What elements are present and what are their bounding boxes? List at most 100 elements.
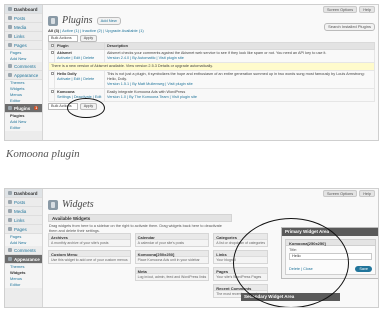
- sidebar-label: Themes: [10, 264, 25, 269]
- highlight-circle: [233, 218, 349, 307]
- bulk-actions-top: Bulk Actions Apply: [45, 34, 378, 42]
- sidebar-label: Pages: [14, 42, 27, 48]
- sidebar-label: Appearance: [14, 72, 39, 78]
- sidebar-label: Plugins: [10, 113, 25, 118]
- pages-icon: [8, 43, 12, 47]
- dashboard-icon: [8, 191, 12, 195]
- available-widgets-grid: Archives A monthly archive of your site's…: [48, 233, 269, 298]
- sidebar-item-appearance[interactable]: Appearance: [5, 255, 42, 264]
- sidebar-item-appearance[interactable]: Appearance: [5, 71, 42, 80]
- sidebar-label: Posts: [14, 199, 26, 205]
- help-button[interactable]: Help: [359, 6, 375, 13]
- widget-custom-menu[interactable]: Custom Menu Use this widget to add one of…: [48, 250, 131, 264]
- sidebar-label: Widgets: [10, 270, 26, 275]
- plugin-actions[interactable]: Activate | Edit | Delete: [57, 77, 102, 82]
- plugin-meta[interactable]: Version 2.4.0 | By Automattic | Visit pl…: [107, 56, 372, 61]
- widget-description: Use this widget to add one of your custo…: [51, 258, 128, 262]
- plugin-meta[interactable]: Version 1.0 | By The Komoona Team | Visi…: [107, 95, 372, 100]
- update-count-badge: 1: [34, 106, 39, 110]
- add-new-button[interactable]: Add New: [96, 16, 121, 25]
- help-button[interactable]: Help: [359, 190, 375, 197]
- sidebar-item-links[interactable]: Links: [5, 32, 42, 41]
- widget-archives[interactable]: Archives A monthly archive of your site's…: [48, 233, 131, 247]
- sidebar-item-media[interactable]: Media: [5, 207, 42, 216]
- apply-button[interactable]: Apply: [79, 34, 98, 42]
- sidebar-label: Dashboard: [14, 6, 38, 12]
- save-button[interactable]: Save: [355, 266, 372, 272]
- widget-komoona-250x250[interactable]: Komoona[250x250] Place Komoona Ads unit i…: [134, 250, 210, 264]
- sidebar-label: Menus: [10, 276, 23, 281]
- links-icon: [8, 218, 12, 222]
- comments-icon: [8, 248, 12, 252]
- plugin-row-hello-dolly: Hello Dolly Activate | Edit | Delete This …: [48, 70, 375, 89]
- widget-calendar[interactable]: Calendar A calendar of your site's posts: [134, 233, 210, 247]
- sidebar-label: Add New: [10, 56, 27, 61]
- filter-all[interactable]: All (3): [48, 28, 59, 33]
- plugins-icon: [48, 15, 58, 26]
- plugin-row-akismet: Akismet Activate | Edit | Delete Akismet c…: [48, 49, 375, 63]
- page-title: Plugins: [62, 15, 93, 26]
- links-icon: [8, 34, 12, 38]
- plugin-actions[interactable]: Activate | Edit | Delete: [57, 56, 102, 61]
- page-header: Widgets: [45, 198, 378, 211]
- sidebar-label: Add New: [10, 240, 27, 245]
- plugin-name-cell: Akismet Activate | Edit | Delete: [54, 49, 105, 63]
- sidebar-subitem-editor[interactable]: Editor: [5, 282, 42, 288]
- sidebar-item-pages[interactable]: Pages: [5, 225, 42, 234]
- grid-spacer: [135, 284, 210, 298]
- sidebar-label: Links: [14, 33, 25, 39]
- admin-sidebar: Dashboard Posts Media Links Pages Pages Add Ne…: [5, 5, 43, 140]
- sidebar-item-plugins[interactable]: Plugins 1: [5, 104, 42, 113]
- top-bar: Screen Options Help: [45, 5, 378, 14]
- highlight-circle: [67, 98, 105, 118]
- plugin-name-cell: Hello Dolly Activate | Edit | Delete: [54, 70, 105, 89]
- dashboard-icon: [8, 7, 12, 11]
- sidebar-label: Links: [14, 217, 25, 223]
- sidebar-item-dashboard[interactable]: Dashboard: [5, 189, 42, 198]
- top-bar: Screen Options Help: [45, 189, 378, 198]
- media-icon: [8, 25, 12, 29]
- update-notice[interactable]: There is a new version of Akismet availa…: [48, 62, 375, 71]
- plugins-icon: [8, 106, 12, 110]
- media-icon: [8, 209, 12, 213]
- screen-options-button[interactable]: Screen Options: [323, 6, 358, 13]
- available-widgets-header[interactable]: Available Widgets: [48, 214, 232, 222]
- widgets-screenshot: Dashboard Posts Media Links Pages Pages Add Ne…: [4, 188, 379, 308]
- filter-others[interactable]: | Active (1) | Inactive (2) | Upgrade Av…: [59, 28, 144, 33]
- sidebar-item-posts[interactable]: Posts: [5, 14, 42, 23]
- column-plugin: Plugin: [54, 42, 105, 50]
- plugins-main: Screen Options Help Plugins Add New All …: [45, 5, 378, 140]
- column-description: Description: [104, 42, 375, 50]
- sidebar-label: Posts: [14, 15, 26, 21]
- sidebar-label: Menus: [10, 92, 23, 97]
- sidebar-subitem-editor[interactable]: Editor: [5, 125, 42, 131]
- posts-icon: [8, 200, 12, 204]
- search-plugins-button[interactable]: Search Installed Plugins: [324, 23, 375, 31]
- widget-description: A monthly archive of your site's posts: [51, 241, 109, 245]
- sidebar-label: Editor: [10, 125, 21, 130]
- sidebar-item-media[interactable]: Media: [5, 23, 42, 32]
- appearance-icon: [8, 73, 12, 77]
- sidebar-label: Dashboard: [14, 190, 38, 196]
- admin-sidebar: Dashboard Posts Media Links Pages Pages Add Ne…: [5, 189, 43, 307]
- grid-spacer: [48, 284, 131, 298]
- sidebar-item-comments[interactable]: Comments: [5, 62, 42, 71]
- bulk-actions-select[interactable]: Bulk Actions: [48, 34, 78, 42]
- sidebar-label: Pages: [10, 234, 22, 239]
- page-title: Widgets: [62, 199, 94, 210]
- sidebar-item-comments[interactable]: Comments: [5, 246, 42, 255]
- sidebar-label: Pages: [14, 226, 27, 232]
- sidebar-label: Appearance: [14, 256, 40, 262]
- plugin-description: This is not just a plugin, it symbolizes…: [107, 72, 365, 81]
- sidebar-item-links[interactable]: Links: [5, 216, 42, 225]
- sidebar-label: Themes: [10, 80, 25, 85]
- sidebar-label: Comments: [14, 63, 36, 69]
- widgets-icon: [48, 199, 58, 210]
- sidebar-label: Editor: [10, 98, 21, 103]
- plugin-meta[interactable]: Version 1.5.1 | By Matt Mullenweg | Visi…: [107, 82, 372, 87]
- widget-meta[interactable]: Meta Log in/out, admin, feed and WordPres…: [134, 267, 210, 281]
- sidebar-item-posts[interactable]: Posts: [5, 198, 42, 207]
- sidebar-item-dashboard[interactable]: Dashboard: [5, 5, 42, 14]
- screen-options-button[interactable]: Screen Options: [323, 190, 358, 197]
- sidebar-item-pages[interactable]: Pages: [5, 41, 42, 50]
